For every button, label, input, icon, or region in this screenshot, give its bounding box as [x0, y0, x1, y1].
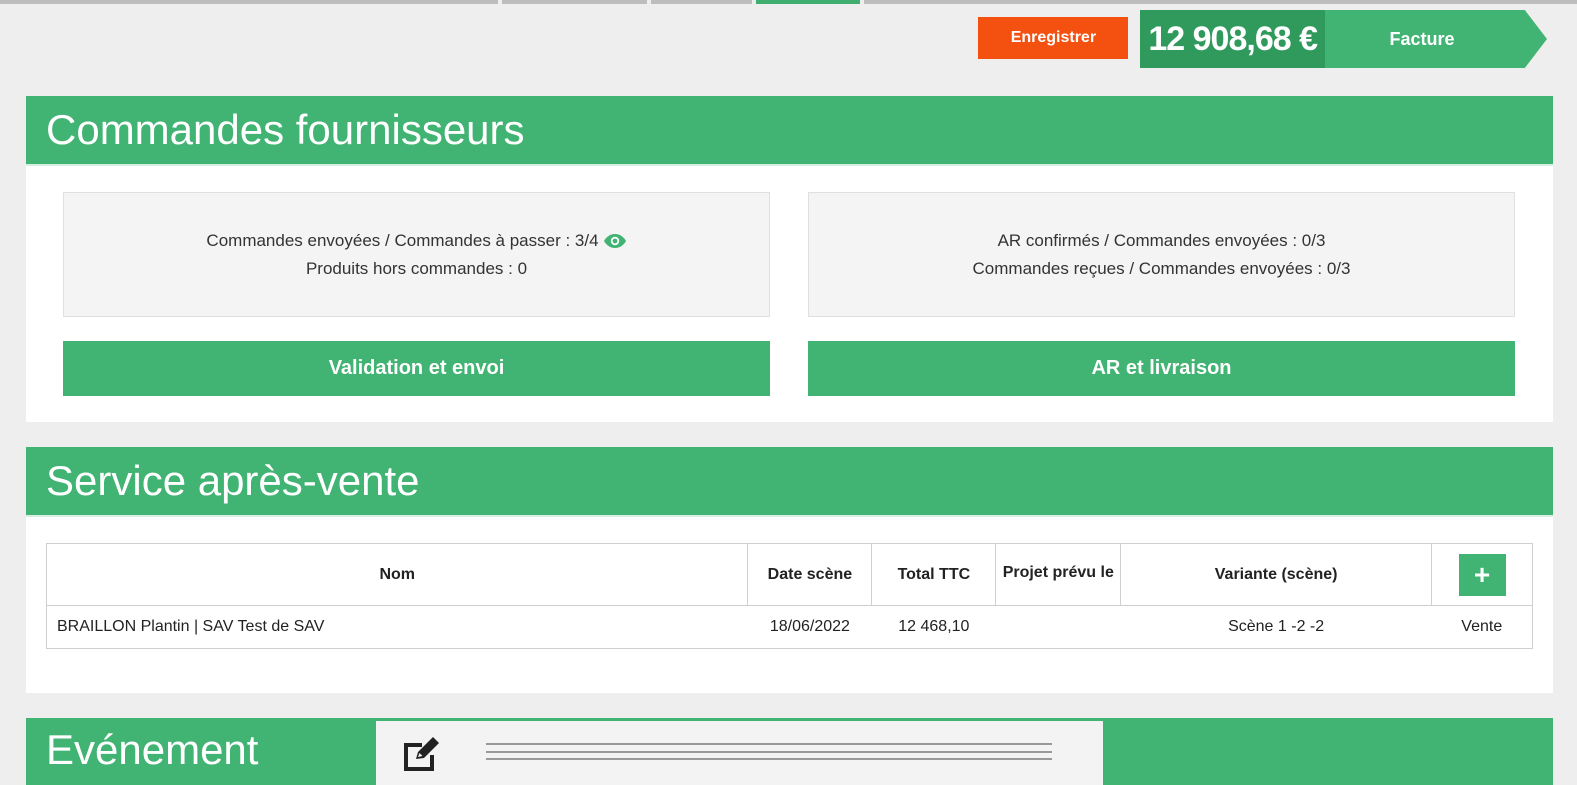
progress-step-2[interactable]: [502, 0, 647, 4]
evenement-header: Evénement: [26, 718, 1553, 785]
progress-step-1[interactable]: [0, 0, 498, 4]
commandes-panel: Commandes fournisseurs Commandes envoyée…: [26, 96, 1553, 422]
commandes-line: Commandes envoyées / Commandes à passer …: [206, 227, 626, 255]
progress-step-5[interactable]: [864, 0, 1577, 4]
cell-variante: Scène 1 -2 -2: [1228, 618, 1325, 635]
col-total-ttc[interactable]: Total TTC: [871, 543, 997, 606]
sav-panel: Service après-vente Nom Date scène Total…: [26, 447, 1553, 693]
commandes-summary-right: AR confirmés / Commandes envoyées : 0/3 …: [808, 192, 1515, 317]
commandes-title: Commandes fournisseurs: [26, 96, 1553, 166]
validation-envoi-button[interactable]: Validation et envoi: [63, 341, 770, 396]
save-button[interactable]: Enregistrer: [978, 17, 1129, 59]
sav-title: Service après-vente: [26, 447, 1553, 517]
col-add: +: [1431, 543, 1533, 606]
produits-hors-commandes: Produits hors commandes : 0: [305, 258, 528, 278]
cell-total: 12 468,10: [898, 618, 970, 635]
edit-icon[interactable]: [400, 735, 442, 773]
evenement-title: Evénement: [46, 726, 259, 773]
col-date-scene[interactable]: Date scène: [747, 543, 873, 606]
ar-confirmed-ratio: AR confirmés / Commandes envoyées : 0/3: [997, 230, 1326, 250]
evenement-editor[interactable]: [376, 721, 1103, 785]
sav-table-header: Nom Date scène Total TTC Projet prévu le…: [46, 543, 1533, 606]
top-actions: Enregistrer 12 908,68 € Facture: [978, 10, 1547, 68]
editor-line: [486, 751, 1052, 753]
sav-table: Nom Date scène Total TTC Projet prévu le…: [46, 543, 1533, 649]
table-row[interactable]: BRAILLON Plantin | SAV Test de SAV 18/06…: [47, 606, 1533, 649]
col-nom[interactable]: Nom: [46, 543, 749, 606]
cell-projet: [996, 606, 1121, 649]
add-sav-button[interactable]: +: [1458, 553, 1506, 596]
evenement-panel: Evénement: [26, 718, 1553, 785]
col-variante[interactable]: Variante (scène): [1120, 543, 1432, 606]
cell-date: 18/06/2022: [769, 618, 850, 635]
commandes-received-ratio: Commandes reçues / Commandes envoyées : …: [972, 258, 1351, 278]
facture-button[interactable]: Facture: [1325, 10, 1547, 68]
cell-nom: BRAILLON Plantin | SAV Test de SAV: [57, 618, 325, 635]
col-projet-prevu[interactable]: Projet prévu le: [995, 543, 1122, 606]
eye-icon[interactable]: [603, 233, 627, 249]
cell-type: Vente: [1461, 618, 1503, 635]
editor-line: [486, 758, 1052, 760]
total-amount: 12 908,68 €: [1140, 10, 1325, 68]
progress-step-4[interactable]: [756, 0, 860, 4]
commandes-summary-left: Commandes envoyées / Commandes à passer …: [63, 192, 770, 317]
commandes-sent-ratio: Commandes envoyées / Commandes à passer …: [206, 230, 599, 250]
progress-step-3[interactable]: [651, 0, 752, 4]
top-progress-bar: [0, 0, 1577, 5]
editor-line: [486, 743, 1052, 745]
ar-livraison-button[interactable]: AR et livraison: [808, 341, 1515, 396]
